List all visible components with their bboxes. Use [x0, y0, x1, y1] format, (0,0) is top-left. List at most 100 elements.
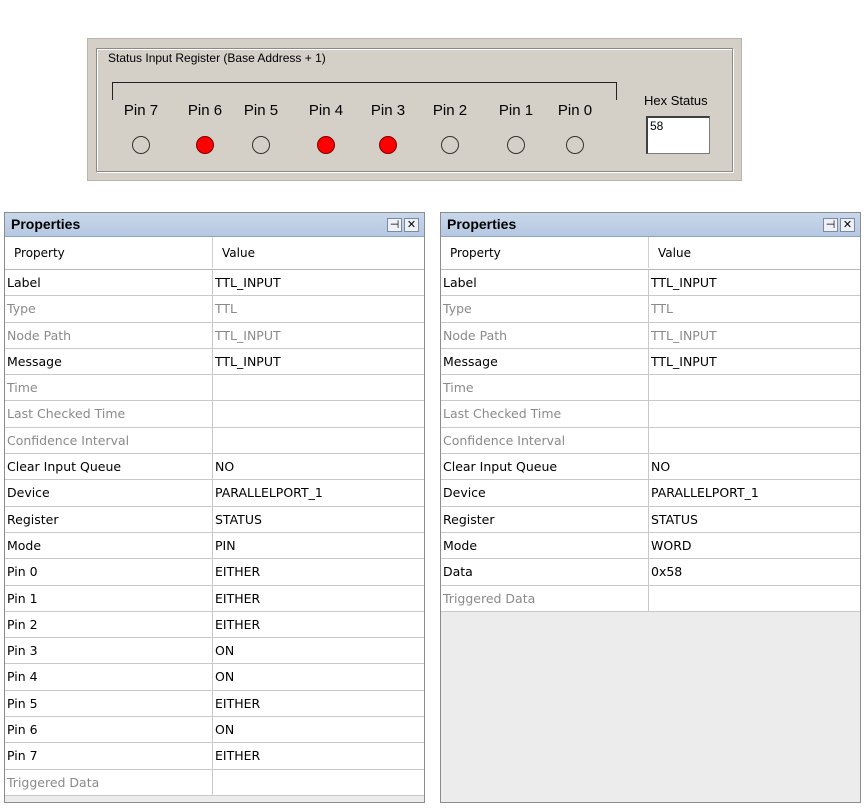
property-column-header[interactable]: Property — [5, 237, 213, 268]
pin-0-label: Pin 0 — [557, 102, 593, 119]
property-row[interactable]: Confidence Interval — [441, 427, 860, 455]
property-value[interactable]: EITHER — [213, 559, 424, 584]
property-rows: Label TTL_INPUT Type TTL Node Path TTL_INPUT M… — [5, 270, 424, 796]
property-row[interactable]: Node Path TTL_INPUT — [441, 322, 860, 349]
property-value[interactable] — [213, 428, 424, 453]
property-name: Last Checked Time — [441, 401, 649, 427]
property-value[interactable]: TTL_INPUT — [213, 323, 424, 348]
property-row[interactable]: Register STATUS — [441, 506, 860, 533]
property-row[interactable]: Message TTL_INPUT — [441, 348, 860, 376]
pin-1-led — [507, 136, 525, 154]
property-value[interactable]: 0x58 — [649, 559, 860, 584]
property-row[interactable]: Confidence Interval — [5, 427, 424, 455]
property-row[interactable]: Pin 3 ON — [5, 638, 424, 665]
property-row[interactable]: Last Checked Time — [5, 401, 424, 428]
property-row[interactable]: Register STATUS — [5, 506, 424, 533]
property-value[interactable]: STATUS — [213, 507, 424, 532]
property-rows: Label TTL_INPUT Type TTL Node Path TTL_INPUT M… — [441, 270, 860, 612]
property-value[interactable] — [213, 401, 424, 426]
close-icon[interactable]: ✕ — [404, 218, 419, 232]
property-value[interactable]: ON — [213, 664, 424, 689]
property-value[interactable]: TTL_INPUT — [649, 349, 860, 374]
property-value[interactable] — [213, 375, 424, 400]
property-value[interactable]: TTL_INPUT — [213, 349, 424, 374]
property-value[interactable]: EITHER — [213, 743, 424, 768]
property-grid: Property Value Label TTL_INPUT Type TTL Node… — [441, 237, 860, 612]
property-name: Pin 3 — [5, 638, 213, 664]
property-value[interactable]: PARALLELPORT_1 — [649, 480, 860, 505]
property-value[interactable]: TTL — [649, 296, 860, 321]
property-row[interactable]: Pin 4 ON — [5, 664, 424, 691]
property-row[interactable]: Message TTL_INPUT — [5, 348, 424, 376]
property-name: Mode — [441, 532, 649, 559]
property-name: Data — [441, 559, 649, 585]
property-value[interactable]: PIN — [213, 533, 424, 558]
property-row[interactable]: Mode PIN — [5, 532, 424, 560]
property-row[interactable]: Time — [441, 375, 860, 402]
property-row[interactable]: Pin 6 ON — [5, 717, 424, 744]
property-value[interactable]: TTL_INPUT — [213, 270, 424, 295]
property-row[interactable]: Time — [5, 375, 424, 402]
property-value[interactable] — [649, 586, 860, 611]
property-value[interactable] — [649, 401, 860, 426]
property-row[interactable]: Device PARALLELPORT_1 — [5, 480, 424, 507]
property-value[interactable] — [213, 770, 424, 795]
status-register-panel: Status Input Register (Base Address + 1)… — [87, 38, 742, 181]
property-name: Time — [5, 375, 213, 401]
property-name: Pin 0 — [5, 559, 213, 585]
property-row[interactable]: Triggered Data — [441, 585, 860, 612]
grid-header: Property Value — [5, 237, 424, 270]
property-value[interactable]: STATUS — [649, 507, 860, 532]
property-value[interactable]: PARALLELPORT_1 — [213, 480, 424, 505]
property-row[interactable]: Pin 0 EITHER — [5, 559, 424, 586]
property-row[interactable]: Last Checked Time — [441, 401, 860, 428]
property-value[interactable]: ON — [213, 717, 424, 742]
property-row[interactable]: Pin 2 EITHER — [5, 611, 424, 639]
pin-4-label: Pin 4 — [308, 102, 344, 119]
pin-icon[interactable]: ⊣ — [823, 218, 838, 232]
property-name: Pin 4 — [5, 664, 213, 690]
property-row[interactable]: Triggered Data — [5, 769, 424, 796]
properties-title: Properties — [11, 216, 81, 232]
property-name: Type — [441, 296, 649, 322]
property-column-header[interactable]: Property — [441, 237, 649, 268]
property-row[interactable]: Label TTL_INPUT — [441, 270, 860, 297]
property-value[interactable]: TTL — [213, 296, 424, 321]
pin-7-led — [132, 136, 150, 154]
property-row[interactable]: Clear Input Queue NO — [441, 454, 860, 481]
property-row[interactable]: Label TTL_INPUT — [5, 270, 424, 297]
pin-6-label: Pin 6 — [187, 102, 223, 119]
property-value[interactable]: EITHER — [213, 612, 424, 637]
property-row[interactable]: Mode WORD — [441, 532, 860, 560]
property-value[interactable] — [649, 375, 860, 400]
property-row[interactable]: Type TTL — [5, 296, 424, 323]
property-value[interactable]: NO — [649, 454, 860, 479]
property-value[interactable]: TTL_INPUT — [649, 270, 860, 295]
property-row[interactable]: Pin 5 EITHER — [5, 690, 424, 718]
property-value[interactable]: WORD — [649, 533, 860, 558]
property-row[interactable]: Node Path TTL_INPUT — [5, 322, 424, 349]
properties-titlebar: Properties ⊣ ✕ — [441, 213, 860, 237]
property-row[interactable]: Device PARALLELPORT_1 — [441, 480, 860, 507]
property-row[interactable]: Type TTL — [441, 296, 860, 323]
properties-titlebar: Properties ⊣ ✕ — [5, 213, 424, 237]
property-row[interactable]: Pin 1 EITHER — [5, 585, 424, 612]
property-name: Label — [441, 270, 649, 296]
hex-status-field[interactable]: 58 — [646, 116, 710, 154]
property-name: Triggered Data — [5, 769, 213, 795]
pin-0-led — [566, 136, 584, 154]
property-value[interactable]: EITHER — [213, 691, 424, 716]
property-row[interactable]: Data 0x58 — [441, 559, 860, 586]
property-value[interactable]: TTL_INPUT — [649, 323, 860, 348]
property-value[interactable] — [649, 428, 860, 453]
property-value[interactable]: NO — [213, 454, 424, 479]
close-icon[interactable]: ✕ — [840, 218, 855, 232]
property-value[interactable]: ON — [213, 638, 424, 663]
property-name: Pin 7 — [5, 743, 213, 769]
property-row[interactable]: Clear Input Queue NO — [5, 454, 424, 481]
property-row[interactable]: Pin 7 EITHER — [5, 743, 424, 770]
status-register-groupbox: Status Input Register (Base Address + 1)… — [96, 48, 733, 172]
property-value[interactable]: EITHER — [213, 586, 424, 611]
property-name: Register — [5, 506, 213, 532]
pin-icon[interactable]: ⊣ — [387, 218, 402, 232]
